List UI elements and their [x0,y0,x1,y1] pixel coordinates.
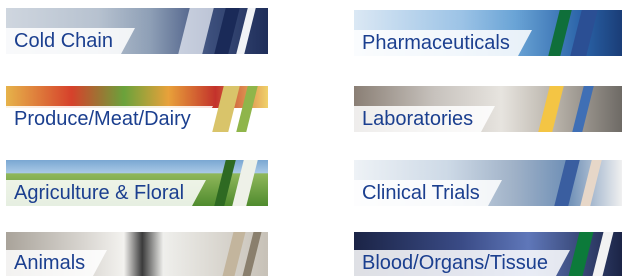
tile-label: Produce/Meat/Dairy [6,106,213,132]
tile-animals[interactable]: Animals [6,232,268,276]
tile-blood-organs-tissue[interactable]: Blood/Organs/Tissue [354,232,622,276]
tile-label: Cold Chain [6,28,135,54]
tile-label: Blood/Organs/Tissue [354,250,571,276]
tile-label: Animals [6,250,108,276]
tile-agriculture-floral[interactable]: Agriculture & Floral [6,160,268,206]
tile-pharmaceuticals[interactable]: Pharmaceuticals [354,10,622,56]
tile-laboratories[interactable]: Laboratories [354,86,622,132]
tile-cold-chain[interactable]: Cold Chain [6,8,268,54]
tile-label: Agriculture & Floral [6,180,207,206]
tile-produce-meat-dairy[interactable]: Produce/Meat/Dairy [6,86,268,132]
tile-label: Pharmaceuticals [354,30,532,56]
tile-label: Clinical Trials [354,180,502,206]
tile-label: Laboratories [354,106,496,132]
tile-clinical-trials[interactable]: Clinical Trials [354,160,622,206]
